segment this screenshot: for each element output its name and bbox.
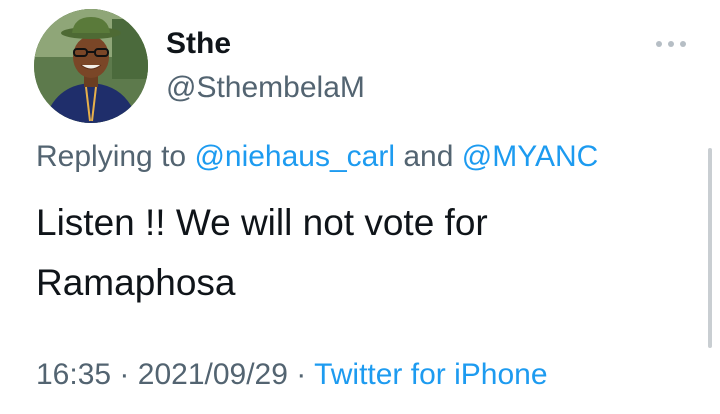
more-dot: [668, 41, 674, 47]
tweet-time[interactable]: 16:35: [36, 358, 111, 391]
more-dot: [680, 41, 686, 47]
scrollbar[interactable]: [708, 148, 712, 348]
tweet-date[interactable]: 2021/09/29: [138, 358, 288, 391]
meta-separator: ·: [296, 358, 307, 391]
tweet-text-line: Ramaphosa: [36, 262, 236, 303]
mention-link[interactable]: @niehaus_carl: [194, 140, 395, 173]
tweet-text: Listen !! We will not vote for Ramaphosa: [36, 193, 676, 313]
avatar[interactable]: [34, 9, 148, 123]
more-dot: [656, 41, 662, 47]
replying-to: Replying to @niehaus_carl and @MYANC: [36, 138, 598, 176]
tweet-text-line: Listen !! We will not vote for: [36, 202, 488, 243]
tweet: Sthe @SthembelaM Replying to @niehaus_ca…: [0, 0, 720, 414]
mention-link[interactable]: @MYANC: [462, 140, 599, 173]
replying-conjunction: and: [403, 140, 454, 173]
user-handle[interactable]: @SthembelaM: [166, 70, 365, 106]
display-name[interactable]: Sthe: [166, 26, 231, 62]
more-horizontal-icon[interactable]: [656, 38, 686, 50]
tweet-meta: 16:35 · 2021/09/29 · Twitter for iPhone: [36, 355, 548, 395]
replying-prefix: Replying to: [36, 140, 187, 173]
tweet-source-link[interactable]: Twitter for iPhone: [314, 358, 547, 391]
meta-separator: ·: [119, 358, 130, 391]
avatar-photo: [34, 9, 148, 123]
